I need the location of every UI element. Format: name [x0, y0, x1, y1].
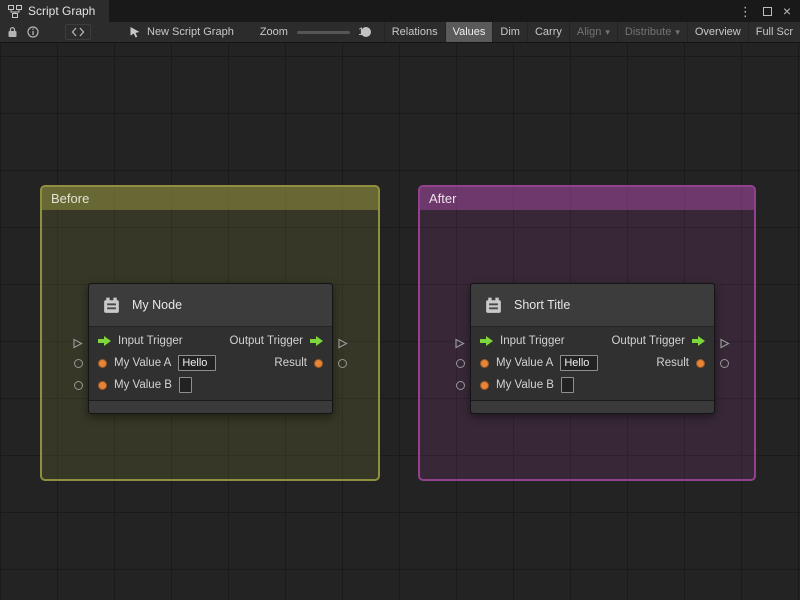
node-row-value-a: My Value A Result [89, 352, 332, 374]
node-row-trigger: Input Trigger Output Trigger [89, 330, 332, 352]
zoom-slider[interactable] [296, 26, 371, 37]
window-menu-icon[interactable]: ⋮ [739, 5, 752, 18]
node-header[interactable]: My Node [89, 284, 332, 327]
node-row-value-a: My Value A Result [471, 352, 714, 374]
node-title: My Node [132, 298, 183, 312]
distribute-label: Distribute [624, 26, 672, 38]
distribute-button[interactable]: Distribute ▾ [616, 22, 687, 42]
overview-button[interactable]: Overview [686, 22, 748, 42]
tab-label: Script Graph [28, 4, 96, 18]
chevron-down-icon: ▾ [675, 26, 680, 37]
result-port-icon[interactable] [696, 358, 705, 368]
node-header[interactable]: Short Title [471, 284, 714, 327]
node-row-trigger: Input Trigger Output Trigger [471, 330, 714, 352]
window-controls: ⋮ × [739, 4, 800, 18]
graph-canvas[interactable]: Before After My Node Input Trigger Outpu… [0, 43, 800, 600]
align-button[interactable]: Align ▾ [568, 22, 617, 42]
graph-name: New Script Graph [147, 26, 234, 38]
output-trigger-label: Output Trigger [611, 335, 685, 347]
graph-pointer-icon [129, 26, 141, 38]
chevron-down-icon: ▾ [605, 26, 610, 37]
values-button[interactable]: Values [444, 22, 493, 42]
group-after-header[interactable]: After [420, 187, 754, 210]
node-footer [89, 400, 332, 413]
external-value-b-handle[interactable] [456, 381, 465, 390]
value-b-input[interactable] [560, 377, 574, 393]
value-a-input[interactable] [560, 355, 599, 371]
flow-input-port-icon[interactable] [480, 336, 493, 346]
external-value-b-handle[interactable] [74, 381, 83, 390]
value-a-input[interactable] [178, 355, 217, 371]
external-value-a-handle[interactable] [74, 359, 83, 368]
graph-breadcrumb[interactable]: New Script Graph [129, 26, 234, 38]
node-my-node[interactable]: My Node Input Trigger Output Trigger My … [73, 283, 348, 414]
lock-icon[interactable] [7, 26, 18, 38]
align-label: Align [576, 26, 602, 38]
node-body: Input Trigger Output Trigger My Value A … [89, 327, 332, 400]
info-icon[interactable] [27, 26, 39, 38]
node-title: Short Title [514, 298, 571, 312]
value-a-label: My Value A [496, 357, 554, 369]
close-icon[interactable]: × [783, 4, 791, 18]
node-body: Input Trigger Output Trigger My Value A … [471, 327, 714, 400]
value-b-label: My Value B [114, 379, 172, 391]
external-flow-in-handle[interactable] [455, 336, 465, 354]
output-trigger-label: Output Trigger [229, 335, 303, 347]
result-label: Result [274, 357, 307, 369]
group-after-label: After [429, 191, 457, 206]
value-b-port-icon[interactable] [98, 380, 107, 390]
flow-output-port-icon[interactable] [310, 336, 323, 346]
value-a-port-icon[interactable] [480, 358, 489, 368]
script-graph-window: Script Graph ⋮ × New Script Graph Zoom R… [0, 0, 800, 600]
external-flow-out-handle[interactable] [720, 336, 730, 354]
code-view-icon[interactable] [65, 24, 91, 40]
unit-icon [101, 295, 122, 316]
external-flow-out-handle[interactable] [338, 336, 348, 354]
node-row-value-b: My Value B [471, 374, 714, 396]
zoom-slider-handle[interactable] [360, 26, 371, 37]
relations-button[interactable]: Relations [383, 22, 445, 42]
result-label: Result [656, 357, 689, 369]
value-b-label: My Value B [496, 379, 554, 391]
value-b-input[interactable] [178, 377, 192, 393]
node-footer [471, 400, 714, 413]
external-result-handle[interactable] [338, 359, 347, 368]
result-port-icon[interactable] [314, 358, 323, 368]
tab-script-graph[interactable]: Script Graph [0, 0, 110, 22]
graph-tab-icon [8, 4, 22, 18]
value-a-port-icon[interactable] [98, 358, 107, 368]
external-result-handle[interactable] [720, 359, 729, 368]
titlebar: Script Graph ⋮ × [0, 0, 800, 22]
external-flow-in-handle[interactable] [73, 336, 83, 354]
input-trigger-label: Input Trigger [118, 335, 183, 347]
dim-button[interactable]: Dim [492, 22, 527, 42]
fullscreen-button[interactable]: Full Scr [747, 22, 800, 42]
unit-icon [483, 295, 504, 316]
flow-input-port-icon[interactable] [98, 336, 111, 346]
external-value-a-handle[interactable] [456, 359, 465, 368]
value-b-port-icon[interactable] [480, 380, 489, 390]
toolbar-buttons: Relations Values Dim Carry Align ▾ Distr… [383, 22, 800, 42]
carry-button[interactable]: Carry [526, 22, 569, 42]
node-row-value-b: My Value B [89, 374, 332, 396]
maximize-icon[interactable] [762, 6, 772, 16]
input-trigger-label: Input Trigger [500, 335, 565, 347]
zoom-label: Zoom [259, 26, 288, 38]
graph-toolbar: New Script Graph Zoom 1x Relations Value… [0, 22, 800, 43]
value-a-label: My Value A [114, 357, 172, 369]
group-before-label: Before [51, 191, 90, 206]
node-short-title[interactable]: Short Title Input Trigger Output Trigger [455, 283, 730, 414]
group-before-header[interactable]: Before [42, 187, 378, 210]
flow-output-port-icon[interactable] [692, 336, 705, 346]
